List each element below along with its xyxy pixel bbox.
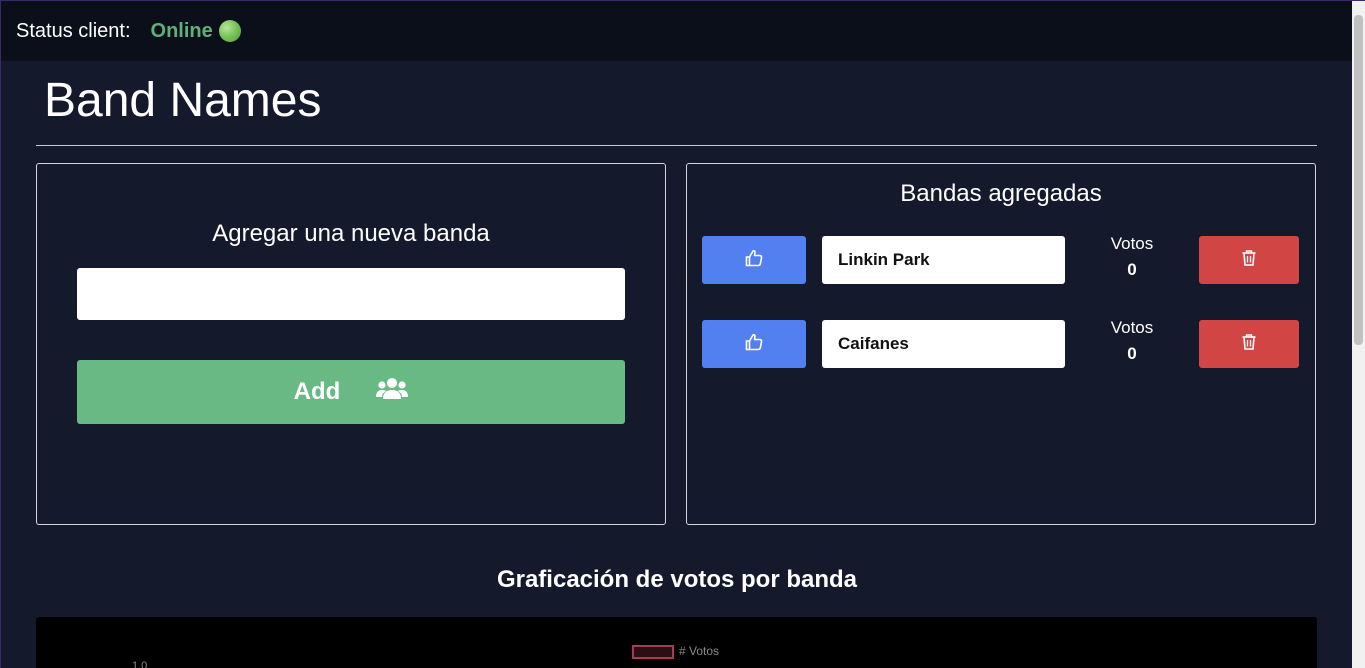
- delete-button[interactable]: [1199, 236, 1299, 284]
- add-band-panel: Agregar una nueva banda Add: [36, 163, 666, 525]
- votes-label: Votos: [1110, 234, 1154, 253]
- scrollbar[interactable]: [1352, 1, 1365, 668]
- thumbs-up-icon: [745, 333, 763, 356]
- y-tick-label: 1.0: [132, 660, 148, 668]
- scrollbar-thumb[interactable]: [1354, 15, 1363, 345]
- add-button-label: Add: [293, 378, 341, 405]
- vote-button[interactable]: [702, 236, 806, 284]
- page-title: Band Names: [44, 74, 322, 127]
- users-icon: [376, 377, 409, 408]
- band-list-panel: Bandas agregadas Linkin Park Votos 0 Cai…: [686, 163, 1316, 525]
- trash-icon: [1242, 249, 1256, 271]
- chart-title: Graficación de votos por banda: [496, 566, 858, 593]
- legend-label: # Votos: [679, 644, 720, 658]
- votes-counter: Votos 0: [1097, 234, 1167, 280]
- status-value: Online: [150, 19, 213, 42]
- band-name-input[interactable]: [77, 268, 625, 320]
- votes-value: 0: [1127, 344, 1137, 363]
- list-item: Caifanes Votos 0: [702, 318, 1302, 368]
- vote-button[interactable]: [702, 320, 806, 368]
- status-label: Status client:: [16, 19, 131, 42]
- divider: [36, 145, 1317, 146]
- trash-icon: [1242, 333, 1256, 355]
- band-name[interactable]: Linkin Park: [822, 236, 1065, 284]
- status-bar: Status client: Online: [1, 1, 1353, 61]
- votes-counter: Votos 0: [1097, 318, 1167, 364]
- votes-label: Votos: [1110, 318, 1154, 337]
- band-list-title: Bandas agregadas: [900, 180, 1102, 207]
- list-item: Linkin Park Votos 0: [702, 234, 1302, 284]
- add-band-button[interactable]: Add: [77, 360, 625, 424]
- band-name[interactable]: Caifanes: [822, 320, 1065, 368]
- votes-value: 0: [1127, 260, 1137, 279]
- thumbs-up-icon: [745, 249, 763, 272]
- votes-chart: # Votos 1.0: [36, 617, 1317, 668]
- delete-button[interactable]: [1199, 320, 1299, 368]
- add-band-title: Agregar una nueva banda: [212, 220, 490, 247]
- green-circle-icon: [218, 20, 241, 42]
- legend-swatch[interactable]: [632, 645, 674, 659]
